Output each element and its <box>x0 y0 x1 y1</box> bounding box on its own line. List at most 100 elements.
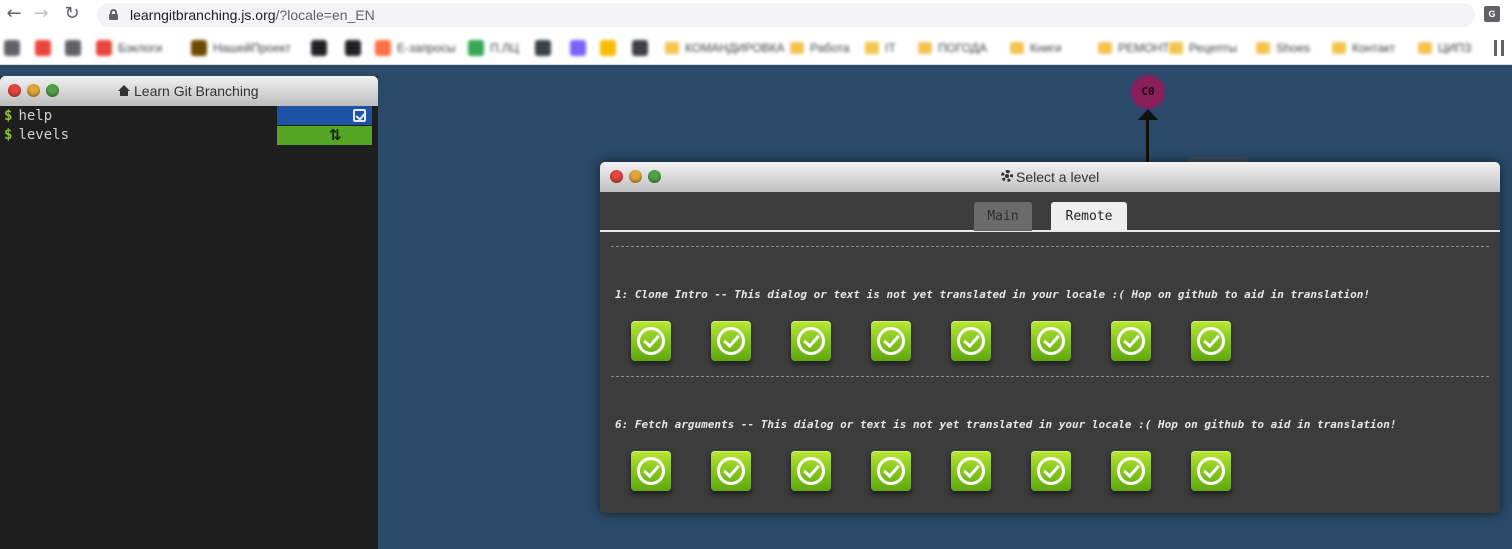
favicon-icon <box>65 40 81 56</box>
sequence-title: 1: Clone Intro -- This dialog or text is… <box>615 288 1370 301</box>
favicon-icon <box>600 40 616 56</box>
bookmark-item[interactable]: Контакт <box>1332 40 1395 56</box>
maximize-dot[interactable] <box>648 170 661 183</box>
sequence-divider <box>611 376 1489 377</box>
bookmark-item[interactable]: Книги <box>1010 40 1061 56</box>
bookmarks-overflow-icon[interactable] <box>1494 40 1504 56</box>
bookmark-item[interactable]: Е-запросы <box>375 40 456 56</box>
level-button[interactable] <box>711 451 751 491</box>
level-button[interactable] <box>791 321 831 361</box>
minimize-dot[interactable] <box>27 84 40 97</box>
level-button[interactable] <box>1111 321 1151 361</box>
back-arrow-icon[interactable]: ← <box>4 4 24 24</box>
bookmark-item[interactable] <box>570 40 586 56</box>
url-host: learngitbranching.js.org <box>130 7 276 23</box>
command-text: help <box>18 108 53 124</box>
reload-icon[interactable]: ↻ <box>62 4 82 24</box>
bookmark-item[interactable] <box>600 40 616 56</box>
bookmark-item[interactable] <box>35 40 51 56</box>
bookmarks-bar: Бэклоги НашейПроект Е-запросы П.ЛЦ КОМАНДИРО… <box>0 31 1512 65</box>
bookmark-label: Работа <box>810 41 850 55</box>
bookmark-item[interactable]: РЕМОНТ <box>1098 40 1169 56</box>
lock-icon[interactable] <box>109 9 118 20</box>
bookmark-item[interactable]: КОМАНДИРОВКА <box>665 40 785 56</box>
close-dot[interactable] <box>610 170 623 183</box>
sequence-divider <box>611 246 1489 247</box>
minimize-dot[interactable] <box>629 170 642 183</box>
bookmark-label: П.ЛЦ <box>490 41 519 55</box>
bookmark-label: Е-запросы <box>397 41 456 55</box>
address-bar[interactable]: learngitbranching.js.org/?locale=en_EN <box>97 3 1475 27</box>
dialog-titlebar: Select a level <box>600 162 1500 192</box>
level-button[interactable] <box>791 451 831 491</box>
bookmark-item[interactable]: ЦИПЗ <box>1418 40 1471 56</box>
commit-node[interactable]: C0 <box>1130 74 1166 110</box>
level-button[interactable] <box>1031 321 1071 361</box>
level-button[interactable] <box>711 321 751 361</box>
level-button[interactable] <box>951 451 991 491</box>
prompt-symbol: $ <box>4 108 13 124</box>
bookmark-item[interactable]: Бэклоги <box>96 40 162 56</box>
level-button[interactable] <box>1191 451 1231 491</box>
level-button[interactable] <box>1031 451 1071 491</box>
bookmark-item[interactable]: Работа <box>790 40 850 56</box>
bookmark-item[interactable] <box>345 40 361 56</box>
bookmark-item[interactable] <box>311 40 327 56</box>
check-circle-icon <box>717 457 745 485</box>
level-button[interactable] <box>631 451 671 491</box>
level-button[interactable] <box>1111 451 1151 491</box>
bookmark-item[interactable] <box>4 40 20 56</box>
bookmark-item[interactable]: Рецепты <box>1169 40 1237 56</box>
bookmark-label: РЕМОНТ <box>1118 41 1170 55</box>
tab-main[interactable]: Main <box>974 202 1032 231</box>
home-icon <box>118 85 130 96</box>
level-button[interactable] <box>951 321 991 361</box>
prompt-symbol: $ <box>4 127 13 143</box>
gear-icon <box>1001 170 1013 182</box>
bookmark-label: Бэклоги <box>118 41 163 55</box>
favicon-icon <box>375 40 391 56</box>
check-circle-icon <box>797 327 825 355</box>
folder-icon <box>1169 42 1183 54</box>
bookmark-item[interactable] <box>535 40 551 56</box>
level-button[interactable] <box>871 321 911 361</box>
translate-icon[interactable]: G <box>1484 6 1500 22</box>
level-row <box>631 451 1231 491</box>
favicon-icon <box>35 40 51 56</box>
level-tabs: Main Remote <box>600 192 1500 232</box>
url-text[interactable]: learngitbranching.js.org/?locale=en_EN <box>130 7 375 23</box>
command-window-title: Learn Git Branching <box>134 83 259 99</box>
check-circle-icon <box>1037 457 1065 485</box>
maximize-dot[interactable] <box>46 84 59 97</box>
favicon-icon <box>4 40 20 56</box>
bookmark-item[interactable]: ПОГОДА <box>918 40 987 56</box>
tab-remote[interactable]: Remote <box>1051 202 1127 231</box>
sequence-title: 6: Fetch arguments -- This dialog or tex… <box>615 418 1397 431</box>
bookmark-item[interactable] <box>65 40 81 56</box>
close-dot[interactable] <box>8 84 21 97</box>
check-circle-icon <box>877 327 905 355</box>
check-circle-icon <box>717 327 745 355</box>
level-button[interactable] <box>1191 321 1231 361</box>
check-circle-icon <box>1197 457 1225 485</box>
level-button[interactable] <box>871 451 911 491</box>
bookmark-label: Контакт <box>1352 41 1396 55</box>
command-window: Learn Git Branching $ help $ levels ⇅ <box>0 76 378 549</box>
level-button[interactable] <box>631 321 671 361</box>
check-circle-icon <box>957 457 985 485</box>
bookmark-item[interactable] <box>632 40 648 56</box>
check-box-icon <box>353 109 366 122</box>
bookmark-item[interactable]: П.ЛЦ <box>468 40 519 56</box>
bookmark-label: НашейПроект <box>213 41 291 55</box>
forward-arrow-icon[interactable]: → <box>31 4 51 24</box>
check-circle-icon <box>957 327 985 355</box>
favicon-icon <box>311 40 327 56</box>
check-circle-icon <box>637 457 665 485</box>
bookmark-item[interactable]: НашейПроект <box>191 40 291 56</box>
bookmark-item[interactable]: IT <box>865 40 896 56</box>
check-circle-icon <box>637 327 665 355</box>
favicon-icon <box>570 40 586 56</box>
browser-toolbar: ← → ↻ learngitbranching.js.org/?locale=e… <box>0 0 1512 31</box>
bookmark-item[interactable]: Shoes <box>1256 40 1310 56</box>
check-circle-icon <box>797 457 825 485</box>
